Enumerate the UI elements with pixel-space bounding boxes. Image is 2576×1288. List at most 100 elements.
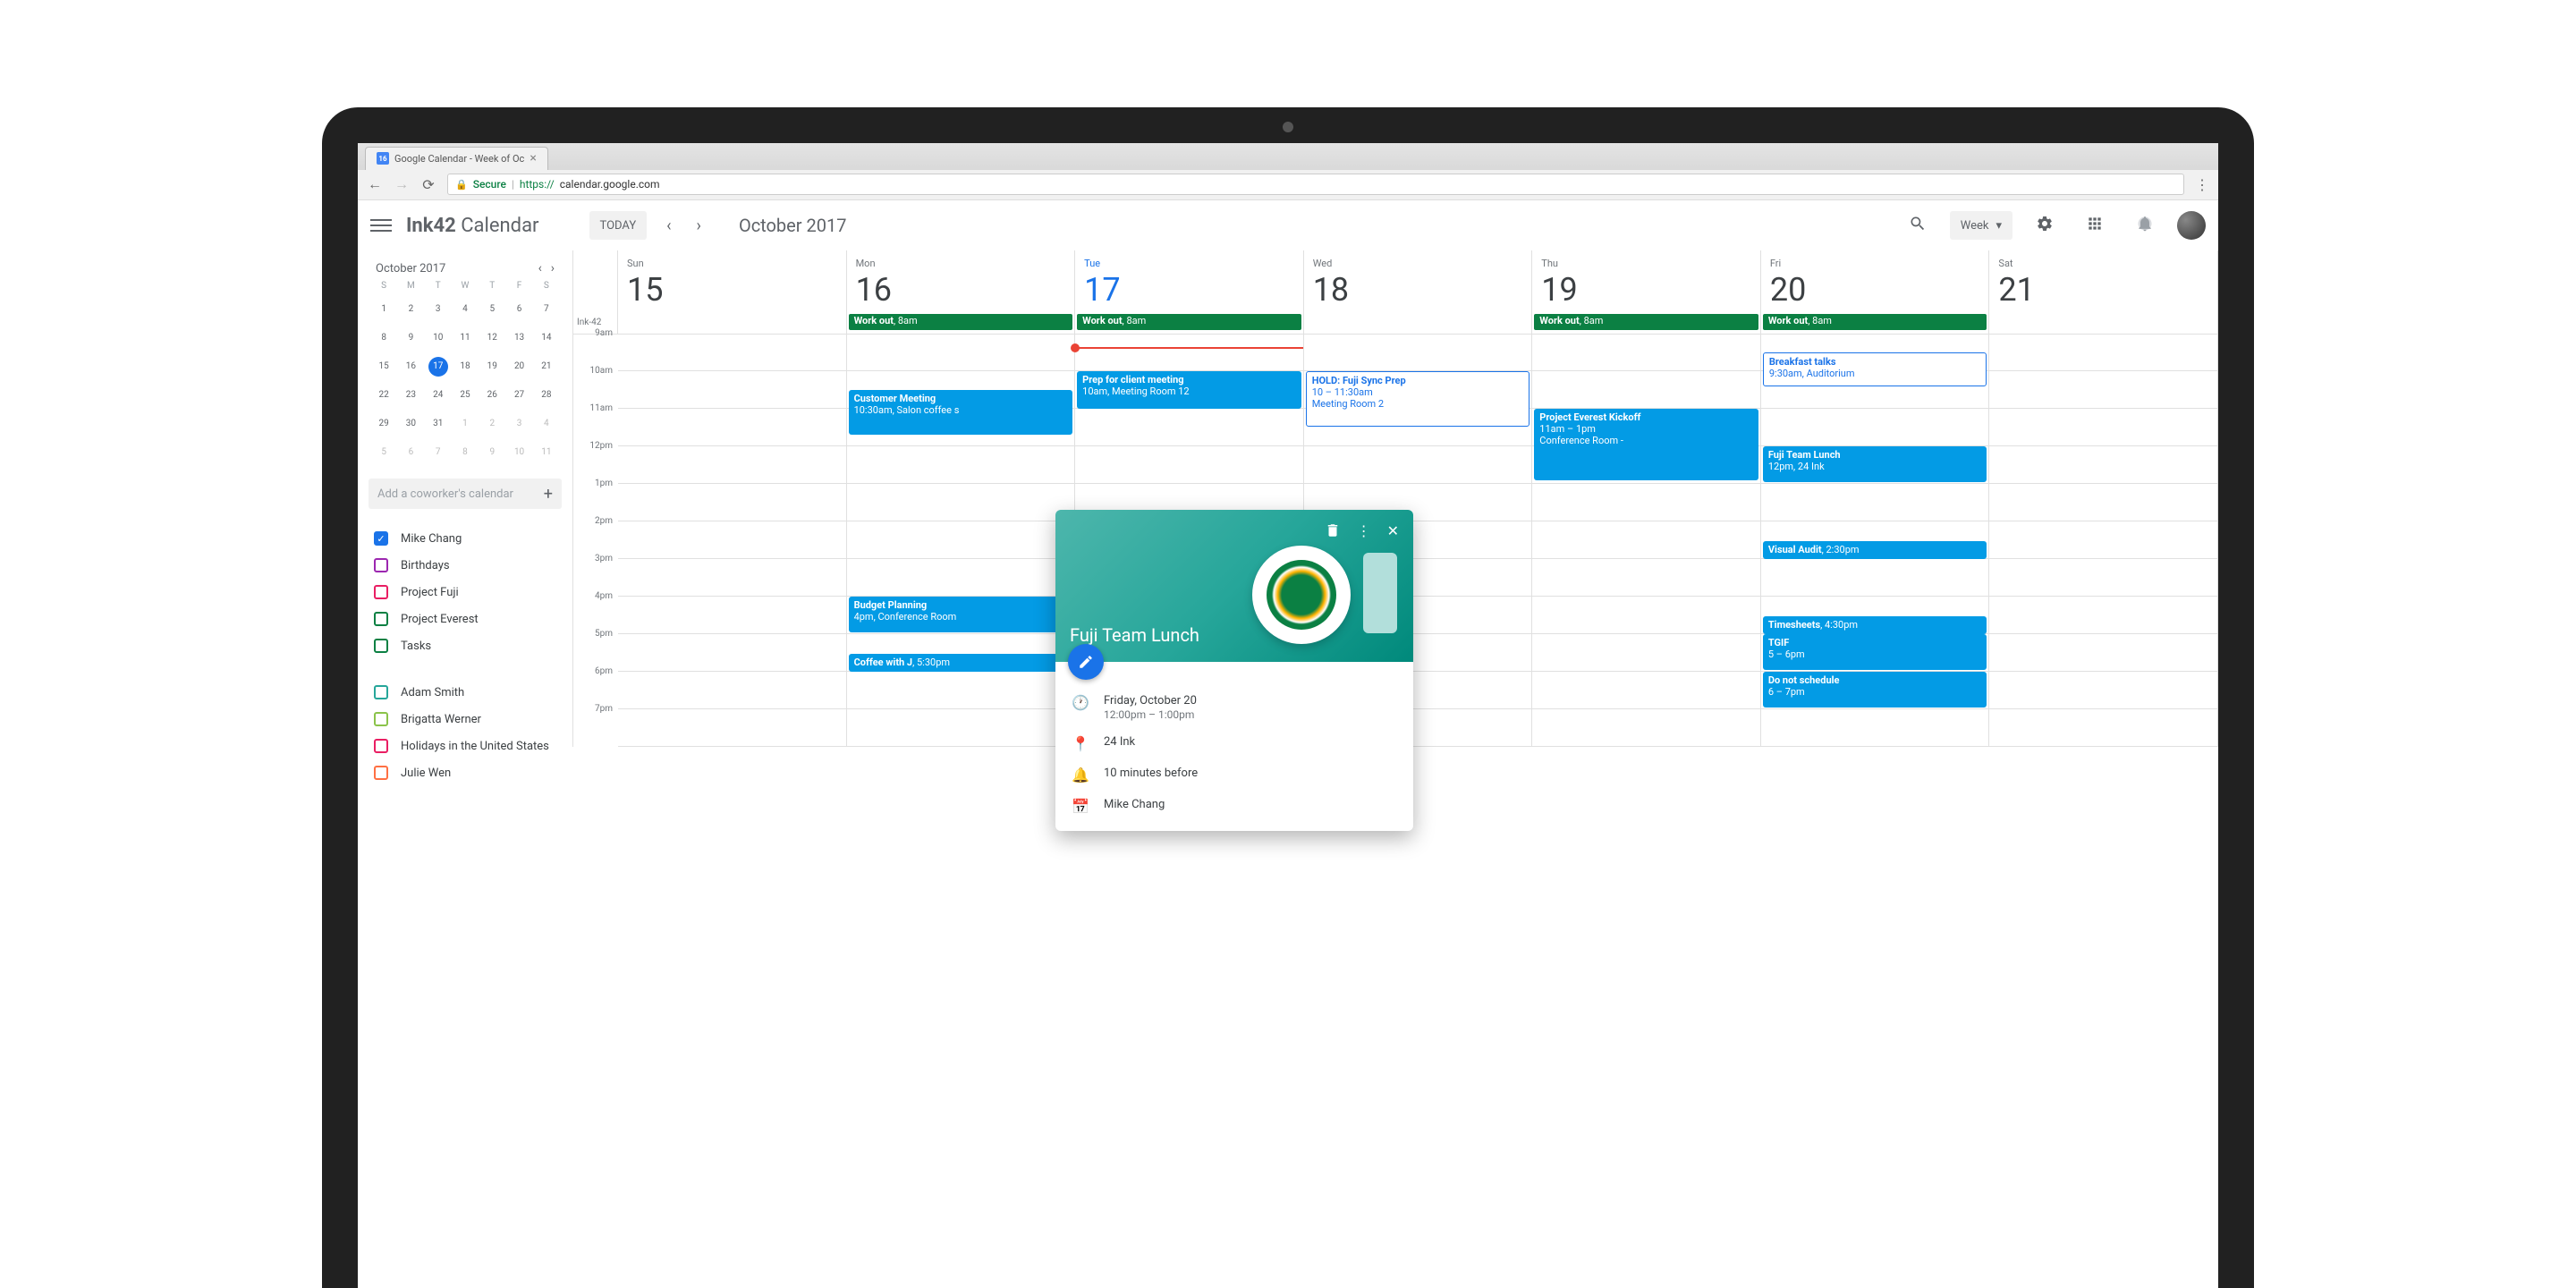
- mini-day-cell[interactable]: 16: [401, 357, 420, 377]
- calendar-checkbox[interactable]: [374, 558, 388, 572]
- mini-day-cell[interactable]: 11: [537, 443, 556, 462]
- calendar-list-item[interactable]: Project Fuji: [369, 579, 562, 606]
- hamburger-icon[interactable]: [370, 216, 392, 235]
- day-header-cell[interactable]: Thu19: [1532, 250, 1761, 312]
- allday-cell[interactable]: [1304, 312, 1533, 335]
- calendar-event[interactable]: Fuji Team Lunch12pm, 24 Ink: [1763, 446, 1987, 482]
- delete-icon[interactable]: [1325, 522, 1341, 542]
- day-header-cell[interactable]: Tue17: [1075, 250, 1304, 312]
- calendar-event[interactable]: TGIF5 – 6pm: [1763, 634, 1987, 670]
- mini-next-icon[interactable]: ›: [551, 261, 555, 275]
- mini-day-cell[interactable]: 3: [428, 300, 448, 319]
- calendar-checkbox[interactable]: [374, 639, 388, 653]
- more-options-icon[interactable]: ⋮: [1357, 522, 1371, 542]
- mini-day-cell[interactable]: 31: [428, 414, 448, 434]
- mini-day-cell[interactable]: 8: [374, 328, 394, 348]
- notifications-bell-icon[interactable]: [2127, 215, 2163, 237]
- add-coworker-input[interactable]: Add a coworker's calendar +: [369, 479, 562, 509]
- mini-day-cell[interactable]: 4: [537, 414, 556, 434]
- mini-day-cell[interactable]: 2: [482, 414, 502, 434]
- mini-day-cell[interactable]: 22: [374, 386, 394, 405]
- allday-event[interactable]: Work out, 8am: [849, 314, 1073, 330]
- mini-day-cell[interactable]: 10: [510, 443, 530, 462]
- close-popup-icon[interactable]: ✕: [1387, 522, 1399, 542]
- calendar-event[interactable]: Coffee with J, 5:30pm: [849, 654, 1073, 672]
- calendar-checkbox[interactable]: ✓: [374, 531, 388, 546]
- browser-back-icon[interactable]: ←: [367, 175, 383, 193]
- calendar-event[interactable]: Customer Meeting10:30am, Salon coffee s: [849, 390, 1073, 435]
- mini-day-cell[interactable]: 23: [401, 386, 420, 405]
- day-column[interactable]: [1989, 334, 2218, 747]
- calendar-event[interactable]: Do not schedule6 – 7pm: [1763, 672, 1987, 708]
- mini-day-cell[interactable]: 30: [401, 414, 420, 434]
- allday-cell[interactable]: [618, 312, 847, 335]
- mini-day-cell[interactable]: 6: [401, 443, 420, 462]
- day-header-cell[interactable]: Sun15: [618, 250, 847, 312]
- mini-day-cell[interactable]: 9: [401, 328, 420, 348]
- url-field[interactable]: 🔒 Secure | https://calendar.google.com: [447, 174, 2184, 195]
- calendar-list-item[interactable]: Holidays in the United States: [369, 733, 562, 759]
- allday-cell[interactable]: [1989, 312, 2218, 335]
- allday-event[interactable]: Work out, 8am: [1763, 314, 1987, 330]
- mini-day-cell[interactable]: 26: [482, 386, 502, 405]
- mini-day-cell[interactable]: 9: [482, 443, 502, 462]
- mini-day-cell[interactable]: 21: [537, 357, 556, 377]
- mini-day-cell[interactable]: 27: [510, 386, 530, 405]
- calendar-checkbox[interactable]: [374, 685, 388, 699]
- calendar-event[interactable]: Budget Planning4pm, Conference Room: [849, 597, 1073, 632]
- mini-prev-icon[interactable]: ‹: [538, 261, 542, 275]
- mini-day-cell[interactable]: 4: [455, 300, 475, 319]
- mini-day-cell[interactable]: 6: [510, 300, 530, 319]
- calendar-list-item[interactable]: Tasks: [369, 632, 562, 659]
- calendar-event[interactable]: Project Everest Kickoff11am – 1pmConfere…: [1534, 409, 1758, 480]
- mini-day-cell[interactable]: 1: [374, 300, 394, 319]
- mini-day-cell[interactable]: 18: [455, 357, 475, 377]
- day-header-cell[interactable]: Sat21: [1989, 250, 2218, 312]
- mini-day-cell[interactable]: 10: [428, 328, 448, 348]
- calendar-checkbox[interactable]: [374, 612, 388, 626]
- mini-day-cell[interactable]: 12: [482, 328, 502, 348]
- mini-day-cell[interactable]: 3: [510, 414, 530, 434]
- calendar-checkbox[interactable]: [374, 585, 388, 599]
- view-selector[interactable]: Week▾: [1950, 211, 2012, 240]
- mini-day-cell[interactable]: 19: [482, 357, 502, 377]
- browser-tab[interactable]: 16 Google Calendar - Week of Oc ×: [365, 147, 548, 170]
- browser-forward-icon[interactable]: →: [394, 175, 410, 193]
- calendar-event[interactable]: Timesheets, 4:30pm: [1763, 616, 1987, 634]
- mini-day-cell[interactable]: 5: [482, 300, 502, 319]
- mini-day-cell[interactable]: 20: [510, 357, 530, 377]
- day-column[interactable]: [618, 334, 847, 747]
- calendar-event[interactable]: Visual Audit, 2:30pm: [1763, 541, 1987, 559]
- calendar-checkbox[interactable]: [374, 739, 388, 753]
- mini-day-cell[interactable]: 7: [428, 443, 448, 462]
- mini-day-cell[interactable]: 25: [455, 386, 475, 405]
- allday-cell[interactable]: Work out, 8am: [1761, 312, 1990, 335]
- mini-day-cell[interactable]: 24: [428, 386, 448, 405]
- day-header-cell[interactable]: Mon16: [847, 250, 1076, 312]
- mini-day-cell[interactable]: 13: [510, 328, 530, 348]
- plus-icon[interactable]: +: [544, 485, 553, 504]
- calendar-checkbox[interactable]: [374, 766, 388, 780]
- prev-week-icon[interactable]: ‹: [661, 216, 676, 235]
- allday-cell[interactable]: Work out, 8am: [1532, 312, 1761, 335]
- mini-day-cell[interactable]: 1: [455, 414, 475, 434]
- allday-cell[interactable]: Work out, 8am: [1075, 312, 1304, 335]
- search-icon[interactable]: [1900, 215, 1936, 237]
- browser-reload-icon[interactable]: ⟳: [420, 176, 436, 193]
- day-column[interactable]: Customer Meeting10:30am, Salon coffee s B…: [847, 334, 1076, 747]
- allday-cell[interactable]: Work out, 8am: [847, 312, 1076, 335]
- calendar-checkbox[interactable]: [374, 712, 388, 726]
- calendar-list-item[interactable]: Adam Smith: [369, 679, 562, 706]
- calendar-list-item[interactable]: Project Everest: [369, 606, 562, 632]
- today-button[interactable]: TODAY: [589, 211, 648, 240]
- mini-day-cell[interactable]: 7: [537, 300, 556, 319]
- allday-event[interactable]: Work out, 8am: [1077, 314, 1301, 330]
- mini-day-cell[interactable]: 5: [374, 443, 394, 462]
- day-header-cell[interactable]: Fri20: [1761, 250, 1990, 312]
- allday-event[interactable]: Work out, 8am: [1534, 314, 1758, 330]
- calendar-event[interactable]: Breakfast talks9:30am, Auditorium: [1763, 352, 1987, 386]
- mini-day-cell[interactable]: 28: [537, 386, 556, 405]
- tab-close-icon[interactable]: ×: [530, 151, 536, 165]
- mini-day-cell[interactable]: 14: [537, 328, 556, 348]
- mini-day-cell[interactable]: 8: [455, 443, 475, 462]
